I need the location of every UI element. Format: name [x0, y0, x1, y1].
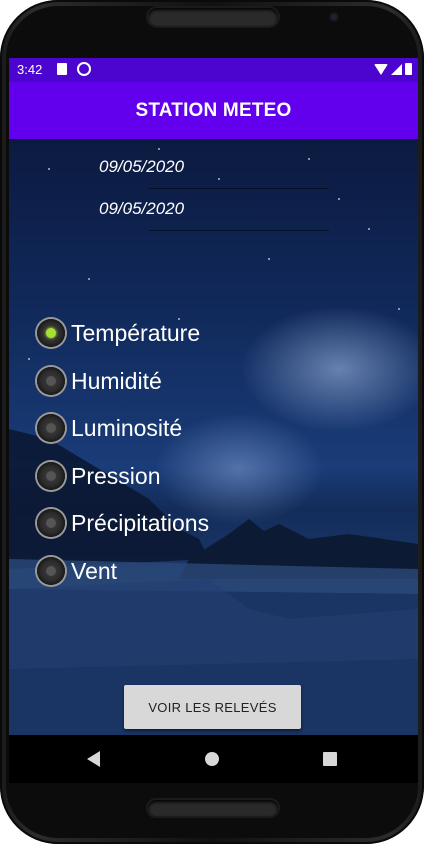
radio-button-precipitations[interactable]: [37, 509, 65, 537]
app-bar: STATION METEO: [9, 82, 418, 139]
app-title: STATION METEO: [135, 99, 292, 121]
recents-icon[interactable]: [323, 752, 337, 766]
earpiece-speaker: [148, 8, 278, 26]
end-date-value: 09/05/2020: [99, 199, 185, 218]
radio-option-vent[interactable]: Vent: [37, 551, 117, 591]
at-sign-icon: [77, 62, 91, 76]
radio-label-vent: Vent: [71, 557, 118, 584]
start-date-value: 09/05/2020: [99, 157, 185, 176]
radio-dot: [46, 471, 56, 481]
radio-label-temperature: Température: [71, 319, 201, 346]
status-time: 3:42: [17, 62, 43, 77]
radio-option-temperature[interactable]: Température: [37, 313, 200, 353]
radio-option-precipitations[interactable]: Précipitations: [37, 503, 209, 543]
end-date-underline: [149, 230, 329, 231]
radio-button-vent[interactable]: [37, 557, 65, 585]
radio-label-pression: Pression: [71, 462, 161, 489]
radio-option-pression[interactable]: Pression: [37, 456, 160, 496]
wifi-icon: [374, 63, 388, 75]
radio-dot: [46, 328, 56, 338]
start-date-field[interactable]: 09/05/2020: [99, 149, 329, 189]
radio-button-humidite[interactable]: [37, 367, 65, 395]
radio-button-luminosite[interactable]: [37, 414, 65, 442]
phone-frame: 3:42 STATION METEO 09/05/2020 09/05/2020…: [0, 0, 424, 844]
radio-dot: [46, 376, 56, 386]
signal-icon: [391, 63, 402, 75]
end-date-field[interactable]: 09/05/2020: [99, 191, 329, 231]
radio-dot: [46, 423, 56, 433]
bottom-speaker: [148, 800, 278, 816]
radio-button-pression[interactable]: [37, 462, 65, 490]
start-date-underline: [149, 188, 329, 189]
status-bar: 3:42: [9, 58, 418, 82]
radio-label-precipitations: Précipitations: [71, 509, 210, 536]
home-icon[interactable]: [205, 752, 219, 766]
device-screen: 3:42 STATION METEO 09/05/2020 09/05/2020…: [9, 58, 418, 783]
radio-button-temperature[interactable]: [37, 319, 65, 347]
radio-dot: [46, 518, 56, 528]
back-icon[interactable]: [87, 751, 100, 767]
main-content: 09/05/2020 09/05/2020 Température Humidi…: [9, 139, 418, 735]
battery-icon: [405, 63, 412, 75]
navigation-bar: [9, 735, 418, 783]
view-readings-button[interactable]: VOIR LES RELEVÉS: [124, 685, 301, 729]
radio-option-luminosite[interactable]: Luminosité: [37, 408, 182, 448]
sd-card-icon: [57, 63, 67, 75]
status-icons: [374, 63, 412, 75]
radio-label-luminosite: Luminosité: [71, 414, 183, 441]
radio-dot: [46, 566, 56, 576]
radio-label-humidite: Humidité: [71, 367, 162, 394]
front-camera: [329, 12, 339, 22]
radio-option-humidite[interactable]: Humidité: [37, 361, 162, 401]
